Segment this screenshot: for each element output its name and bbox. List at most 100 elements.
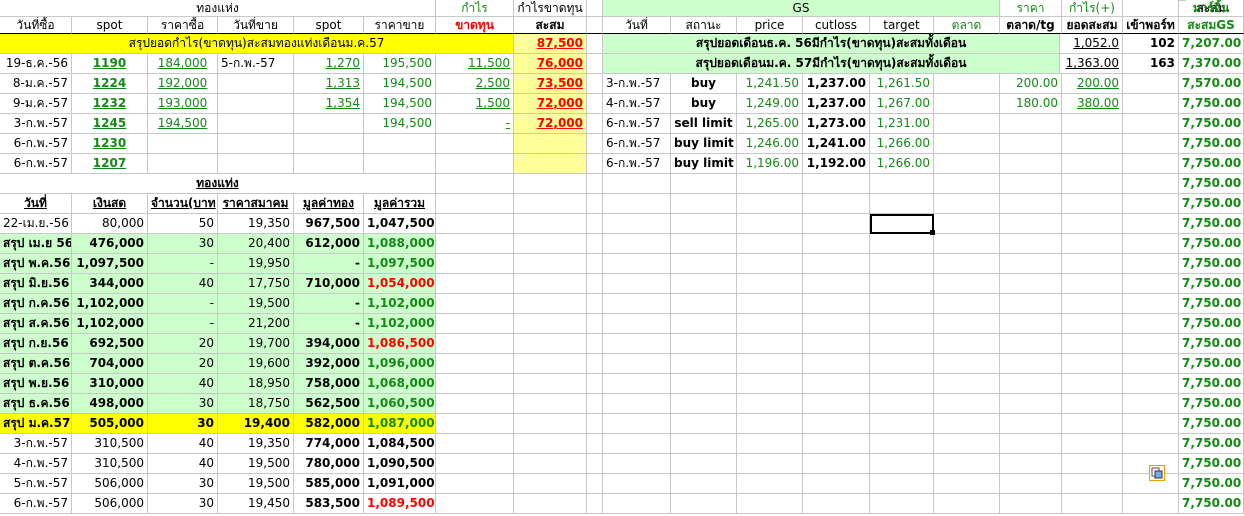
empty-cell[interactable]: [934, 354, 1000, 374]
empty-cell[interactable]: [1123, 174, 1179, 194]
empty-cell[interactable]: [1062, 254, 1123, 274]
empty-cell[interactable]: [737, 214, 803, 234]
gs-col-header-6[interactable]: ตลาด/tg: [1000, 17, 1062, 34]
empty-cell[interactable]: [870, 314, 934, 334]
trade-profit[interactable]: 11,500: [436, 54, 514, 74]
gs-trade-tg[interactable]: [1000, 134, 1062, 154]
cell[interactable]: [514, 474, 587, 494]
cell[interactable]: [514, 494, 587, 514]
empty-cell[interactable]: [1000, 394, 1062, 414]
gs-col-header-2[interactable]: price: [737, 17, 803, 34]
empty-cell[interactable]: [870, 374, 934, 394]
holding-price[interactable]: 18,950: [218, 374, 294, 394]
holding-total[interactable]: 1,089,500: [364, 494, 436, 514]
cell[interactable]: [587, 174, 603, 194]
holding-date[interactable]: 3-ก.พ.-57: [0, 434, 72, 454]
cell[interactable]: [587, 254, 603, 274]
gs-trade-date[interactable]: 6-ก.พ.-57: [603, 134, 671, 154]
trade-sell-price[interactable]: [364, 134, 436, 154]
gs-trade-price[interactable]: 1,241.50: [737, 74, 803, 94]
holding-date[interactable]: สรุป ต.ค.56: [0, 354, 72, 374]
empty-cell[interactable]: [870, 394, 934, 414]
gs-col-header-4[interactable]: target: [870, 17, 934, 34]
trade-buy-price[interactable]: 193,000: [148, 94, 218, 114]
cell[interactable]: [587, 214, 603, 234]
empty-cell[interactable]: [934, 474, 1000, 494]
holding-cash[interactable]: 310,500: [72, 434, 148, 454]
empty-cell[interactable]: [1062, 194, 1123, 214]
empty-cell[interactable]: [870, 334, 934, 354]
holding-gold-value[interactable]: 562,500: [294, 394, 364, 414]
empty-cell[interactable]: [737, 414, 803, 434]
empty-cell[interactable]: [934, 294, 1000, 314]
empty-cell[interactable]: [671, 274, 737, 294]
holding-date[interactable]: 6-ก.พ.-57: [0, 494, 72, 514]
holding-gold-value[interactable]: 612,000: [294, 234, 364, 254]
gs-col-header-3[interactable]: cutloss: [803, 17, 870, 34]
cell[interactable]: [514, 294, 587, 314]
trade-buy-price[interactable]: 192,000: [148, 74, 218, 94]
gs-accum-cell[interactable]: 7,750.00: [1179, 234, 1244, 254]
empty-cell[interactable]: [1123, 254, 1179, 274]
empty-cell[interactable]: [737, 374, 803, 394]
empty-cell[interactable]: [1062, 474, 1123, 494]
trade-accum[interactable]: 73,500: [514, 74, 587, 94]
gs-trade-port[interactable]: [1123, 94, 1179, 114]
cell[interactable]: [587, 394, 603, 414]
gs-summary-accum[interactable]: 1,363.00: [1060, 54, 1123, 74]
holdings-col-header-3[interactable]: ราคาสมาคม: [218, 194, 294, 214]
cell[interactable]: [587, 274, 603, 294]
empty-cell[interactable]: [1062, 354, 1123, 374]
empty-cell[interactable]: [1000, 334, 1062, 354]
gs-col-header-9[interactable]: สะสมGS: [1179, 17, 1244, 34]
empty-cell[interactable]: [934, 434, 1000, 454]
spreadsheet[interactable]: ทองแห่ง กำไร กำไรขาดทุน GS ราคา กำไร(+) สะสม มา…: [0, 0, 1244, 516]
empty-cell[interactable]: [603, 374, 671, 394]
empty-cell[interactable]: [1123, 314, 1179, 334]
holding-price[interactable]: 19,350: [218, 434, 294, 454]
empty-cell[interactable]: [1000, 314, 1062, 334]
holding-total[interactable]: 1,102,000: [364, 294, 436, 314]
empty-cell[interactable]: [934, 454, 1000, 474]
empty-cell[interactable]: [1062, 214, 1123, 234]
cell[interactable]: [436, 314, 514, 334]
empty-cell[interactable]: [737, 314, 803, 334]
holding-qty[interactable]: 30: [148, 234, 218, 254]
empty-cell[interactable]: [603, 174, 671, 194]
gs-trade-market[interactable]: [934, 154, 1000, 174]
empty-cell[interactable]: [1000, 174, 1062, 194]
empty-cell[interactable]: [1062, 294, 1123, 314]
empty-cell[interactable]: [671, 354, 737, 374]
cell[interactable]: [436, 434, 514, 454]
holding-gold-value[interactable]: 582,000: [294, 414, 364, 434]
holding-gold-value[interactable]: 392,000: [294, 354, 364, 374]
trade-accum[interactable]: 72,000: [514, 114, 587, 134]
gs-trade-market[interactable]: [934, 94, 1000, 114]
empty-cell[interactable]: [870, 194, 934, 214]
holding-total[interactable]: 1,054,000: [364, 274, 436, 294]
empty-cell[interactable]: [671, 234, 737, 254]
gs-trade-port[interactable]: [1123, 74, 1179, 94]
empty-cell[interactable]: [1000, 214, 1062, 234]
gs-col-header-5[interactable]: ตลาด: [934, 17, 1000, 34]
holding-cash[interactable]: 505,000: [72, 414, 148, 434]
holding-cash[interactable]: 1,097,500: [72, 254, 148, 274]
header-profit-plus[interactable]: กำไร(+): [1062, 0, 1123, 17]
empty-cell[interactable]: [870, 494, 934, 514]
summary-left-value[interactable]: 87,500: [514, 34, 587, 54]
empty-cell[interactable]: [870, 294, 934, 314]
trade-spot[interactable]: 1207: [72, 154, 148, 174]
gs-trade-cutloss[interactable]: 1,192.00: [803, 154, 870, 174]
empty-cell[interactable]: [671, 214, 737, 234]
cell[interactable]: [436, 334, 514, 354]
cell[interactable]: [587, 474, 603, 494]
empty-cell[interactable]: [870, 354, 934, 374]
empty-cell[interactable]: [870, 254, 934, 274]
gs-trade-accum[interactable]: 200.00: [1062, 74, 1123, 94]
empty-cell[interactable]: [737, 454, 803, 474]
empty-cell[interactable]: [934, 334, 1000, 354]
header-price[interactable]: ราคา: [1000, 0, 1062, 17]
gs-trade-tg[interactable]: 200.00: [1000, 74, 1062, 94]
empty-cell[interactable]: [803, 254, 870, 274]
cell[interactable]: [587, 234, 603, 254]
